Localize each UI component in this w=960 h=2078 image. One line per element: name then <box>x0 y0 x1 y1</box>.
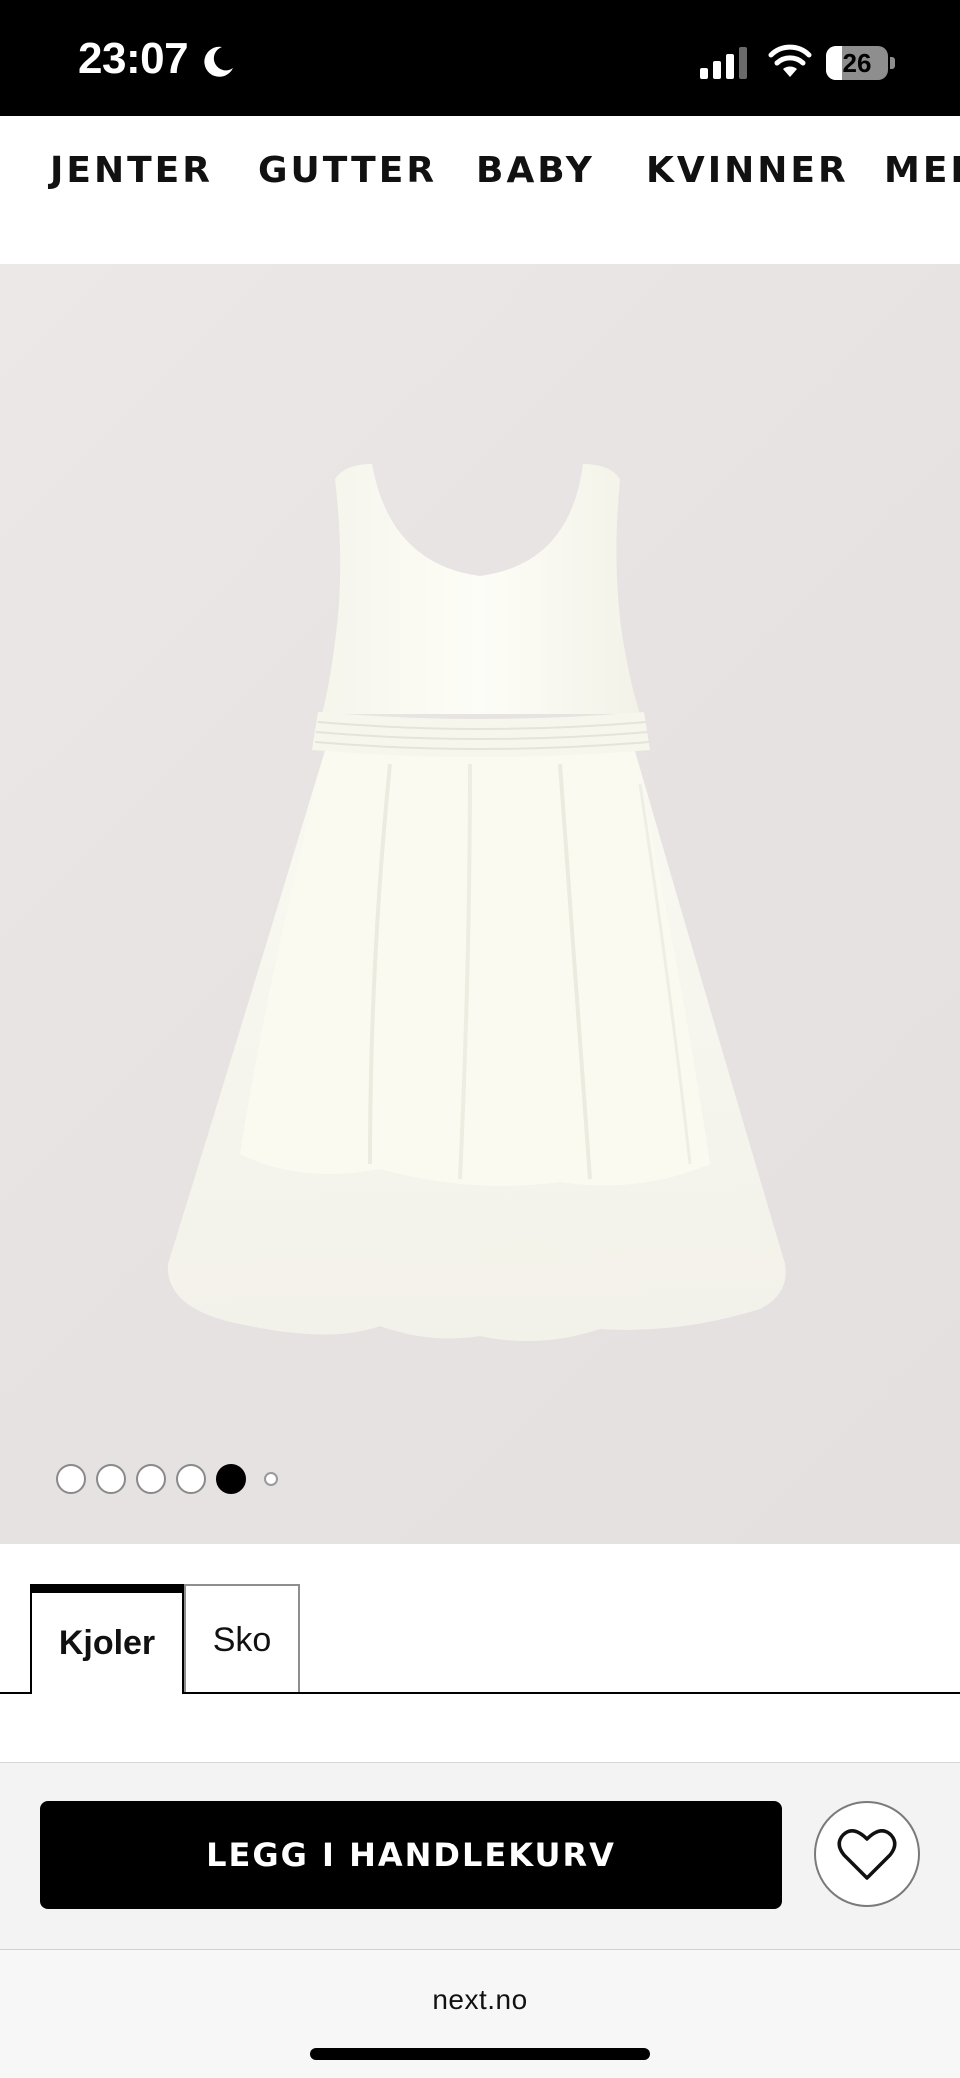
carousel-dot[interactable] <box>136 1464 166 1494</box>
carousel-dot[interactable] <box>176 1464 206 1494</box>
tab-sko[interactable]: Sko <box>184 1584 300 1694</box>
status-time: 23:07 <box>78 34 189 83</box>
product-tabs: Kjoler Sko <box>0 1544 960 1696</box>
battery-percent: 26 <box>842 48 872 78</box>
moon-icon <box>204 46 233 77</box>
nav-item-kvinner[interactable]: KVINNER <box>646 150 849 191</box>
url-text[interactable]: next.no <box>0 1984 960 2016</box>
battery-icon: 26 <box>826 46 895 80</box>
nav-item-baby[interactable]: BABY <box>476 150 595 191</box>
carousel-dot[interactable] <box>96 1464 126 1494</box>
add-to-cart-button[interactable]: LEGG I HANDLEKURV <box>40 1801 782 1909</box>
home-indicator[interactable] <box>310 2048 650 2060</box>
nav-item-gutter[interactable]: GUTTER <box>258 150 437 191</box>
signal-icon <box>700 47 747 79</box>
carousel-dot[interactable] <box>56 1464 86 1494</box>
heart-icon <box>837 1829 897 1880</box>
browser-url-bar: next.no <box>0 1950 960 2078</box>
carousel-dot-active[interactable] <box>216 1464 246 1494</box>
product-image[interactable] <box>0 264 960 1544</box>
status-bar: 23:07 26 <box>0 0 960 116</box>
carousel-dot[interactable] <box>264 1472 278 1486</box>
wishlist-button[interactable] <box>814 1801 920 1907</box>
dress-image <box>167 464 786 1342</box>
category-nav: JENTER GUTTER BABY KVINNER MEN <box>0 116 960 264</box>
wifi-icon <box>768 44 812 77</box>
nav-item-men[interactable]: MEN <box>884 150 960 191</box>
cart-bar: LEGG I HANDLEKURV <box>0 1762 960 1950</box>
tab-kjoler[interactable]: Kjoler <box>30 1584 184 1696</box>
nav-item-jenter[interactable]: JENTER <box>50 150 213 191</box>
